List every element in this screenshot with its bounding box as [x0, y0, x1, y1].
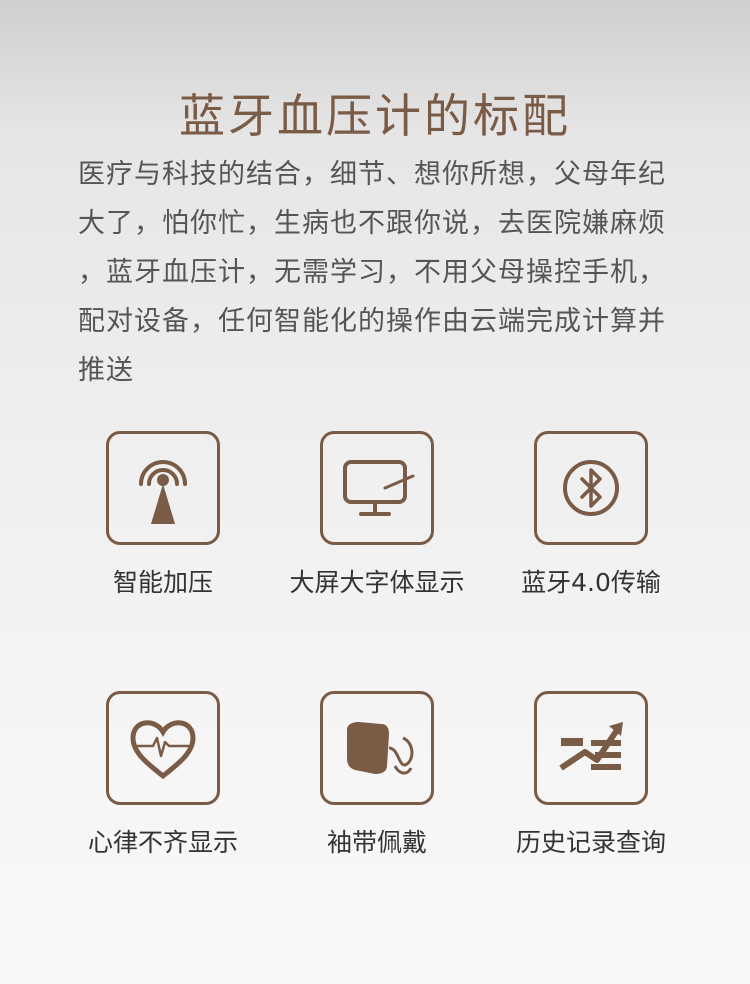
page-title: 蓝牙血压计的标配	[179, 89, 571, 143]
feature-large-display: 大屏大字体显示	[262, 431, 492, 599]
bluetooth-icon	[563, 460, 619, 516]
history-chart-icon	[559, 722, 623, 771]
feature-icon-box	[106, 691, 220, 805]
feature-label: 历史记录查询	[515, 828, 666, 857]
monitor-icon	[343, 460, 415, 516]
feature-label: 大屏大字体显示	[289, 568, 465, 597]
feature-arrhythmia: 心律不齐显示	[48, 691, 278, 859]
description-line: 配对设备，任何智能化的操作由云端完成计算并	[78, 306, 666, 337]
heartbeat-icon	[130, 720, 196, 780]
feature-label: 蓝牙4.0传输	[521, 568, 661, 597]
feature-label: 心律不齐显示	[87, 828, 238, 857]
description: 医疗与科技的结合，细节、想你所想，父母年纪 大了，怕你忙，生病也不跟你说，去医院…	[78, 150, 678, 395]
feature-label: 智能加压	[112, 568, 213, 597]
feature-label: 袖带佩戴	[326, 828, 427, 857]
feature-icon-box	[534, 431, 648, 545]
description-line: 大了，怕你忙，生病也不跟你说，去医院嫌麻烦	[78, 208, 666, 239]
feature-icon-box	[320, 431, 434, 545]
description-line: ，蓝牙血压计，无需学习，不用父母操控手机，	[78, 257, 666, 288]
feature-smart-pressurize: 智能加压	[48, 431, 278, 599]
signal-tower-icon	[139, 460, 187, 524]
feature-history: 历史记录查询	[476, 691, 706, 859]
cuff-icon	[347, 722, 414, 775]
feature-icon-box	[534, 691, 648, 805]
feature-bluetooth: 蓝牙4.0传输	[476, 431, 706, 599]
feature-icon-box	[106, 431, 220, 545]
description-line: 医疗与科技的结合，细节、想你所想，父母年纪	[78, 159, 666, 190]
feature-icon-box	[320, 691, 434, 805]
description-line: 推送	[78, 355, 134, 386]
feature-cuff: 袖带佩戴	[262, 691, 492, 859]
